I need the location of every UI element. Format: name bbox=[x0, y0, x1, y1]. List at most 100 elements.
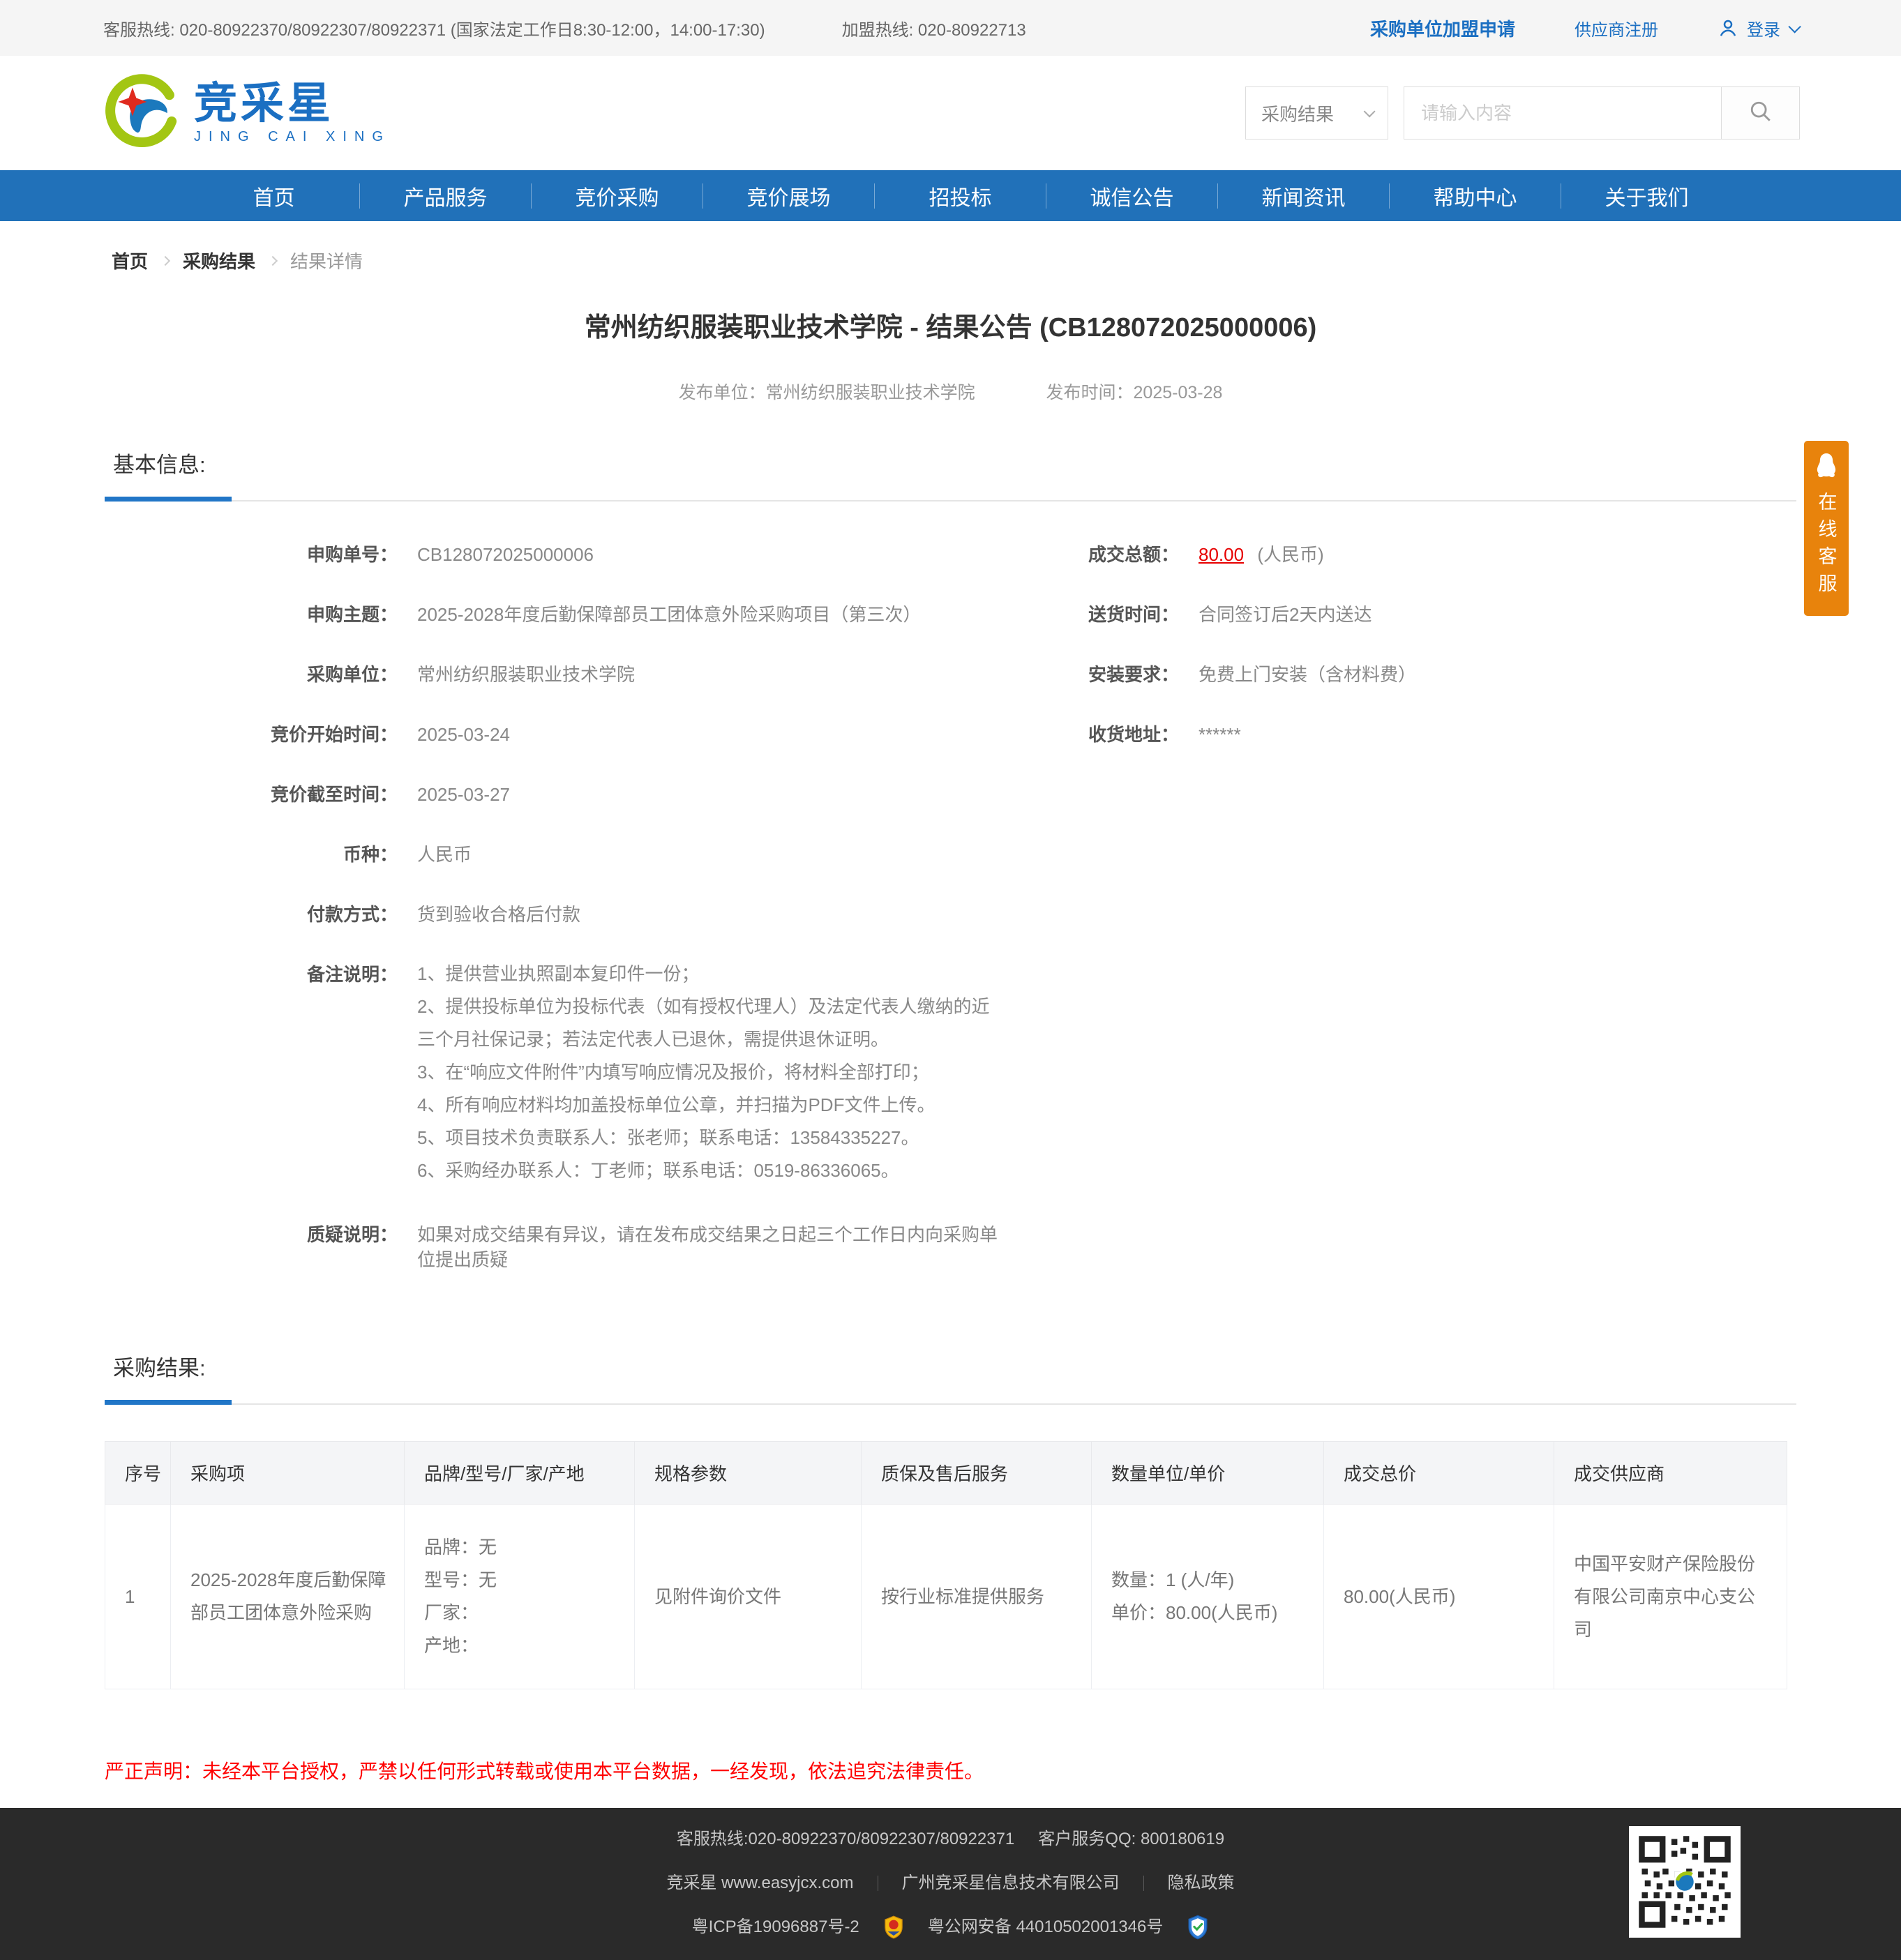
field-label: 质疑说明： bbox=[306, 1224, 398, 1245]
field-value: 2025-2028年度后勤保障部员工团体意外险采购项目（第三次） bbox=[417, 604, 922, 625]
nav-item-bidding-purchase[interactable]: 竞价采购 bbox=[532, 181, 702, 211]
question-value: 如果对成交结果有异议，请在发布成交结果之日起三个工作日内向采购单位提出质疑 bbox=[417, 1224, 998, 1270]
basic-info-left-column: 申购单号： CB128072025000006 申购主题： 2025-2028年… bbox=[105, 542, 1001, 1307]
col-header-spec: 规格参数 bbox=[634, 1441, 862, 1505]
site-logo[interactable]: 竞采星 JING CAI XING bbox=[105, 73, 391, 153]
page-meta: 发布单位：常州纺织服装职业技术学院 发布时间：2025-03-28 bbox=[0, 379, 1901, 404]
col-header-brand: 品牌/型号/厂家/产地 bbox=[404, 1441, 635, 1505]
logo-texts: 竞采星 JING CAI XING bbox=[194, 81, 391, 145]
search-category-select[interactable]: 采购结果 bbox=[1245, 86, 1388, 140]
basic-info-body: 申购单号： CB128072025000006 申购主题： 2025-2028年… bbox=[0, 542, 1901, 1307]
footer-qq: 客户服务QQ: 800180619 bbox=[1038, 1830, 1225, 1848]
footer-icp-link[interactable]: 粤ICP备19096887号-2 bbox=[692, 1917, 859, 1938]
field-purchaser: 采购单位： 常州纺织服装职业技术学院 bbox=[105, 662, 1001, 687]
nav-item-tenders[interactable]: 招投标 bbox=[875, 181, 1046, 211]
nav-item-integrity-notice[interactable]: 诚信公告 bbox=[1046, 181, 1217, 211]
field-value: ****** bbox=[1199, 724, 1241, 745]
footer-line-contacts: 客服热线:020-80922370/80922307/80922371 客户服务… bbox=[0, 1829, 1901, 1850]
deal-total-value: 80.00 (人民币) bbox=[1179, 542, 1324, 567]
nav-item-products[interactable]: 产品服务 bbox=[360, 181, 531, 211]
footer-line-registration: 粤ICP备19096887号-2 粤公网安备 44010502001346号 bbox=[0, 1915, 1901, 1940]
nav-item-home[interactable]: 首页 bbox=[188, 181, 359, 211]
user-icon bbox=[1718, 17, 1738, 38]
qq-service-icon bbox=[1812, 453, 1841, 483]
result-table: 序号 采购项 品牌/型号/厂家/产地 规格参数 质保及售后服务 数量单位/单价 … bbox=[105, 1441, 1787, 1689]
online-service-tab[interactable]: 在线客服 bbox=[1804, 441, 1849, 616]
field-label: 申购主题： bbox=[306, 604, 398, 625]
footer-line-links: 竞采星 www.easyjcx.com 广州竞采星信息技术有限公司 隐私政策 bbox=[0, 1873, 1901, 1894]
field-label: 安装要求： bbox=[1088, 664, 1179, 685]
nav-item-help-center[interactable]: 帮助中心 bbox=[1390, 181, 1561, 211]
field-label: 竞价截至时间： bbox=[270, 784, 398, 805]
field-value: 货到验收合格后付款 bbox=[417, 904, 581, 925]
field-order-no: 申购单号： CB128072025000006 bbox=[105, 542, 1001, 567]
field-deal-total: 成交总额： 80.00 (人民币) bbox=[1001, 542, 1796, 567]
footer: 客服热线:020-80922370/80922307/80922371 客户服务… bbox=[0, 1808, 1901, 1960]
search-icon bbox=[1749, 100, 1773, 127]
nav-item-news[interactable]: 新闻资讯 bbox=[1218, 181, 1389, 211]
search-input[interactable] bbox=[1404, 86, 1722, 140]
main-nav: 首页 产品服务 竞价采购 竞价展场 招投标 诚信公告 新闻资讯 帮助中心 关于我… bbox=[0, 170, 1901, 221]
field-value: 免费上门安装（含材料费） bbox=[1199, 664, 1417, 685]
qr-code bbox=[1629, 1826, 1741, 1938]
field-value: 2025-03-27 bbox=[417, 784, 510, 805]
result-section-title: 采购结果: bbox=[113, 1356, 206, 1380]
footer-company-link[interactable]: 广州竞采星信息技术有限公司 bbox=[902, 1873, 1120, 1894]
field-label: 成交总额： bbox=[1088, 544, 1179, 565]
cell-brand: 品牌：无 型号：无 厂家： 产地： bbox=[404, 1504, 635, 1689]
field-label: 付款方式： bbox=[306, 904, 398, 925]
cell-supplier: 中国平安财产保险股份有限公司南京中心支公司 bbox=[1554, 1504, 1787, 1689]
logo-icon bbox=[105, 73, 180, 153]
nav-item-bidding-hall[interactable]: 竞价展场 bbox=[703, 181, 874, 211]
col-header-supplier: 成交供应商 bbox=[1554, 1441, 1787, 1505]
field-subject: 申购主题： 2025-2028年度后勤保障部员工团体意外险采购项目（第三次） bbox=[105, 602, 1001, 627]
field-delivery-time: 送货时间： 合同签订后2天内送达 bbox=[1001, 602, 1796, 627]
col-header-service: 质保及售后服务 bbox=[861, 1441, 1092, 1505]
table-header-row: 序号 采购项 品牌/型号/厂家/产地 规格参数 质保及售后服务 数量单位/单价 … bbox=[105, 1441, 1787, 1505]
chevron-right-icon bbox=[267, 255, 278, 266]
search-button[interactable] bbox=[1722, 86, 1800, 140]
deal-amount-currency: (人民币) bbox=[1257, 544, 1324, 565]
publisher-label: 发布单位：常州纺织服装职业技术学院 bbox=[678, 383, 975, 402]
field-currency: 币种： 人民币 bbox=[105, 842, 1001, 867]
cell-no: 1 bbox=[105, 1504, 171, 1689]
chevron-right-icon bbox=[160, 255, 171, 266]
remark-value: 1、提供营业执照副本复印件一份； 2、提供投标单位为投标代表（如有授权代理人）及… bbox=[417, 963, 990, 1181]
login-button[interactable]: 登录 bbox=[1718, 16, 1801, 40]
field-label: 备注说明： bbox=[306, 964, 398, 985]
field-label: 送货时间： bbox=[1088, 604, 1179, 625]
basic-info-section-head: 基本信息: bbox=[105, 447, 1796, 502]
cell-spec: 见附件询价文件 bbox=[634, 1504, 862, 1689]
field-remark: 备注说明： 1、提供营业执照副本复印件一份； 2、提供投标单位为投标代表（如有授… bbox=[105, 962, 1001, 1187]
service-hotline: 客服热线: 020-80922370/80922307/80922371 (国家… bbox=[103, 20, 765, 40]
publish-time-label: 发布时间：2025-03-28 bbox=[1046, 383, 1223, 402]
join-hotline: 加盟热线: 020-80922713 bbox=[841, 20, 1026, 40]
col-header-qty: 数量单位/单价 bbox=[1091, 1441, 1324, 1505]
site-header: 竞采星 JING CAI XING 采购结果 bbox=[0, 56, 1901, 170]
breadcrumb-home[interactable]: 首页 bbox=[112, 248, 148, 273]
legal-statement: 严正声明：未经本平台授权，严禁以任何形式转载或使用本平台数据，一经发现，依法追究… bbox=[105, 1761, 984, 1782]
basic-info-title: 基本信息: bbox=[113, 453, 206, 477]
footer-brand-link[interactable]: 竞采星 www.easyjcx.com bbox=[666, 1873, 853, 1894]
section-divider bbox=[105, 497, 1796, 502]
breadcrumb-current: 结果详情 bbox=[290, 251, 363, 272]
field-value: 人民币 bbox=[417, 844, 472, 865]
footer-security-link[interactable]: 粤公网安备 44010502001346号 bbox=[928, 1917, 1164, 1938]
col-header-no: 序号 bbox=[105, 1441, 171, 1505]
supplier-register-link[interactable]: 供应商注册 bbox=[1575, 16, 1658, 40]
topbar-hotlines: 客服热线: 020-80922370/80922307/80922371 (国家… bbox=[103, 16, 1026, 40]
chevron-down-icon bbox=[1788, 20, 1801, 33]
search-bar: 采购结果 bbox=[1245, 86, 1800, 140]
section-divider bbox=[105, 1400, 1796, 1405]
nav-item-about[interactable]: 关于我们 bbox=[1561, 181, 1732, 211]
field-label: 收货地址： bbox=[1088, 724, 1179, 745]
security-shield-icon bbox=[1187, 1915, 1209, 1940]
field-payment: 付款方式： 货到验收合格后付款 bbox=[105, 902, 1001, 927]
field-bid-end: 竞价截至时间： 2025-03-27 bbox=[105, 782, 1001, 807]
field-label: 采购单位： bbox=[306, 664, 398, 685]
deal-amount-link[interactable]: 80.00 bbox=[1199, 544, 1244, 565]
breadcrumb-results[interactable]: 采购结果 bbox=[183, 248, 255, 273]
purchaser-apply-link[interactable]: 采购单位加盟申请 bbox=[1370, 15, 1515, 41]
field-label: 竞价开始时间： bbox=[270, 724, 398, 745]
footer-privacy-link[interactable]: 隐私政策 bbox=[1168, 1873, 1235, 1894]
